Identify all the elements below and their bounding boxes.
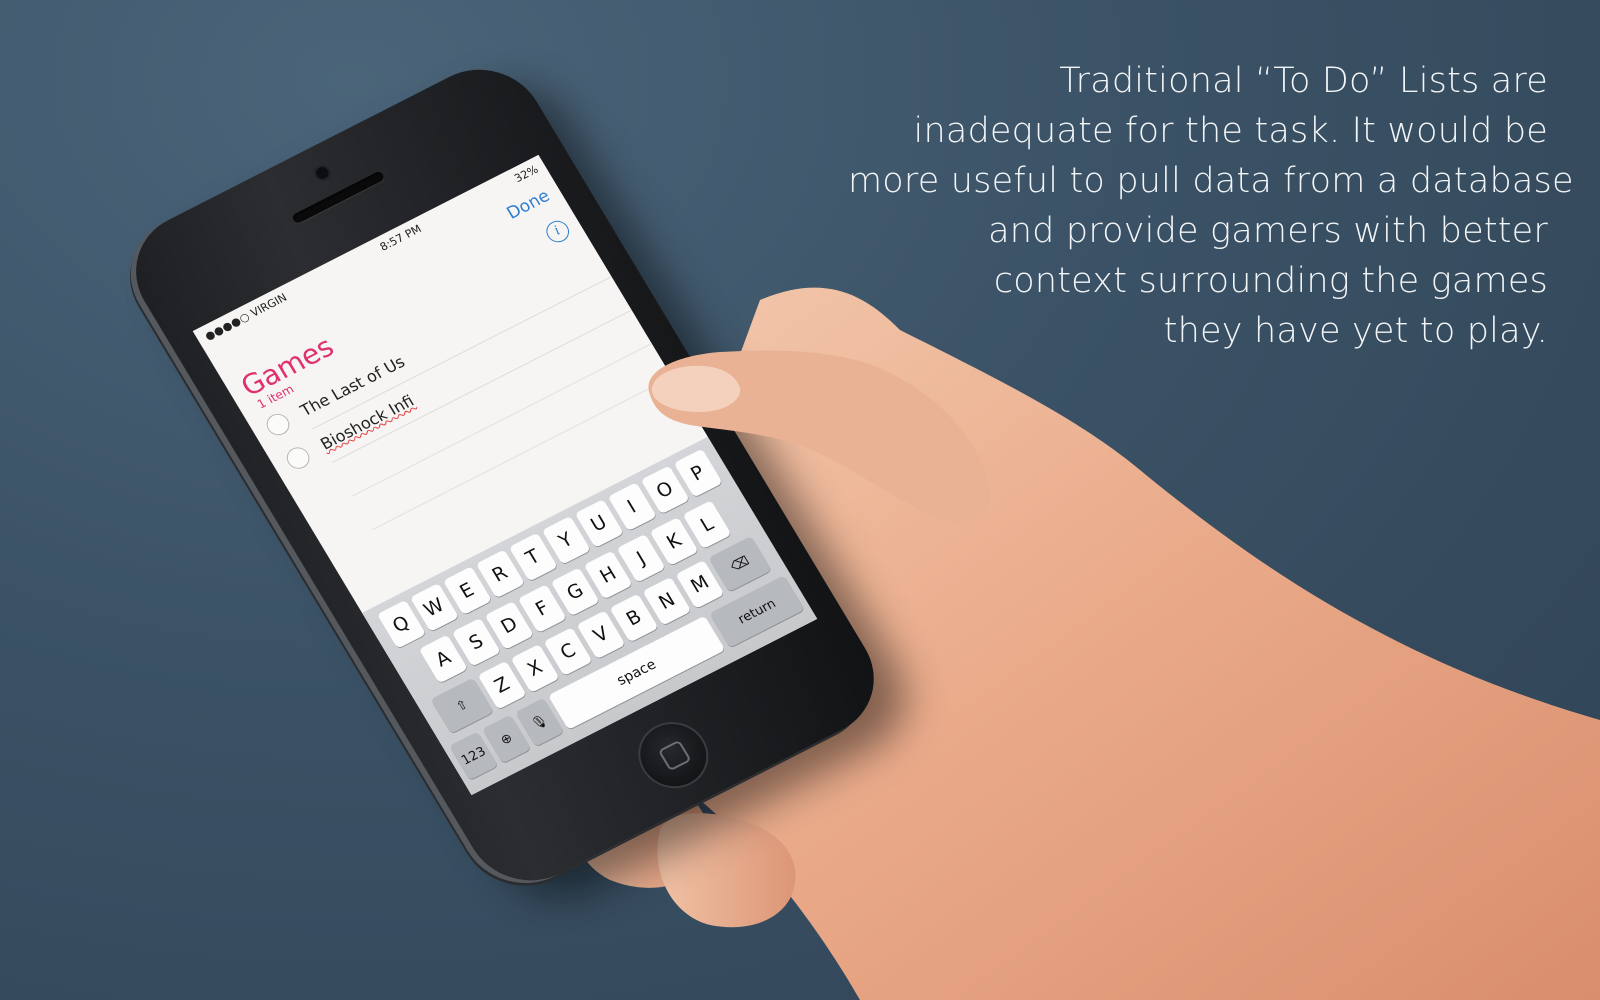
checkbox-circle-icon[interactable] — [262, 410, 294, 439]
caption-line-1: Traditional “To Do” Lists are — [1059, 61, 1548, 101]
caption-line-2: inadequate for the task. It would be — [913, 111, 1548, 151]
globe-icon: ⊕ — [497, 730, 516, 748]
home-button[interactable] — [625, 710, 722, 800]
backspace-icon: ⌫ — [727, 553, 753, 575]
caption-line-3: more useful to pull data from a database — [848, 161, 1574, 201]
microphone-icon: 🎙 — [528, 712, 551, 733]
speaker-grille — [291, 170, 386, 225]
caption-line-5: context surrounding the games — [993, 261, 1548, 301]
caption-line-6: they have yet to play. — [1163, 311, 1548, 351]
checkbox-circle-icon[interactable] — [282, 443, 314, 473]
caption-text: Traditional “To Do” Lists are inadequate… — [848, 56, 1574, 356]
shift-arrow-icon: ⇧ — [453, 696, 471, 715]
caption-line-4: and provide gamers with better — [988, 211, 1548, 251]
camera-icon — [313, 165, 331, 181]
